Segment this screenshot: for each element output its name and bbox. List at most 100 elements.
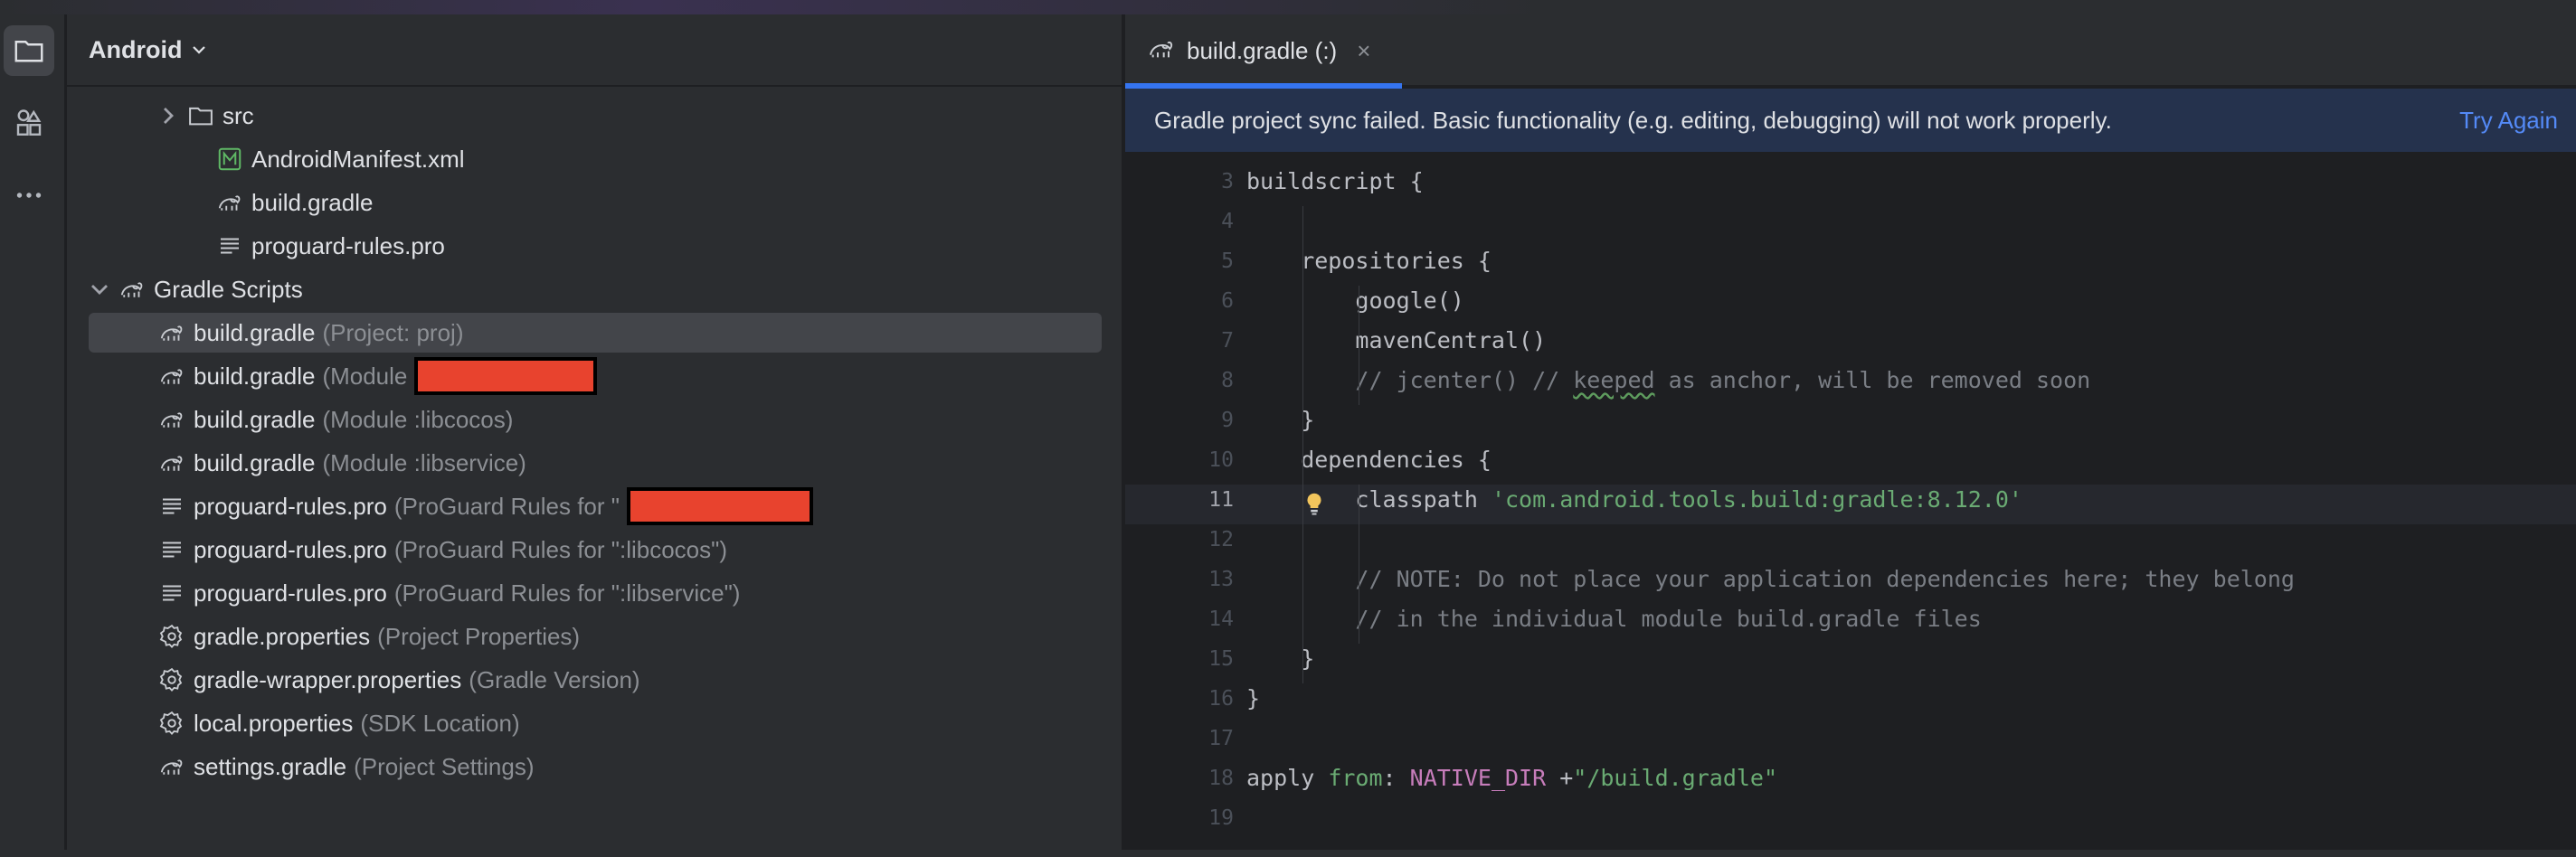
tree-item[interactable]: build.gradle xyxy=(215,183,373,222)
line-number: 18 xyxy=(1208,767,1234,790)
tree-item[interactable]: local.properties (SDK Location) xyxy=(89,703,1102,743)
gradle-icon xyxy=(157,318,186,347)
chevron-down-icon[interactable] xyxy=(89,278,110,300)
code-token: dependencies { xyxy=(1246,447,1492,473)
tree-item-name: build.gradle xyxy=(251,188,374,216)
line-number: 19 xyxy=(1208,806,1234,830)
code-token: keeped xyxy=(1573,367,1655,393)
code-token: google() xyxy=(1246,287,1464,314)
close-icon[interactable]: × xyxy=(1357,37,1370,65)
lightbulb-icon[interactable] xyxy=(1301,490,1328,517)
project-tool-button[interactable] xyxy=(4,25,54,76)
status-bar xyxy=(0,850,2576,857)
chevron-down-icon[interactable] xyxy=(191,42,207,58)
tree-item-hint: (ProGuard Rules for " xyxy=(393,492,620,520)
line-number: 7 xyxy=(1221,329,1234,353)
gradle-icon xyxy=(157,362,186,391)
tree-item[interactable]: proguard-rules.pro xyxy=(215,226,445,266)
code-token: // jcenter() // xyxy=(1246,367,1574,393)
code-token: apply xyxy=(1246,765,1329,791)
tree-item-hint: (Module :libservice) xyxy=(322,448,526,476)
tree-item[interactable]: build.gradle (Module xyxy=(89,356,1102,396)
line-number: 4 xyxy=(1221,210,1234,233)
project-panel: Android src AndroidManifest.xml build.grad… xyxy=(67,14,1123,850)
tree-item-name: proguard-rules.pro xyxy=(251,231,445,259)
window-top-strip xyxy=(0,0,2576,14)
code-token: // NOTE: Do not place your application d… xyxy=(1246,566,2295,592)
tree-item[interactable]: build.gradle (Project: proj) xyxy=(89,313,1102,353)
tree-item-name: gradle.properties xyxy=(194,622,371,650)
tree-item[interactable]: proguard-rules.pro (ProGuard Rules for ":… xyxy=(89,573,1102,613)
code-token: } xyxy=(1246,407,1315,433)
code-token: repositories { xyxy=(1246,248,1492,274)
code-line: // NOTE: Do not place your application d… xyxy=(1246,566,2295,592)
text-file-icon xyxy=(157,492,186,521)
tree-item[interactable]: src xyxy=(157,96,254,136)
tree-item[interactable]: proguard-rules.pro (ProGuard Rules for " xyxy=(89,486,1102,526)
tree-item[interactable]: build.gradle (Module :libservice) xyxy=(89,443,1102,483)
line-number: 16 xyxy=(1208,687,1234,711)
line-number: 6 xyxy=(1221,289,1234,313)
sync-failed-banner: Gradle project sync failed. Basic functi… xyxy=(1125,89,2576,154)
tree-item-name: build.gradle xyxy=(194,405,316,433)
tree-item[interactable]: proguard-rules.pro (ProGuard Rules for ":… xyxy=(89,530,1102,570)
gradle-icon xyxy=(157,405,186,434)
tree-item-name: proguard-rules.pro xyxy=(194,492,387,520)
code-token: as anchor, will be removed soon xyxy=(1654,367,2091,393)
tree-item[interactable]: Gradle Scripts xyxy=(89,269,303,309)
code-area[interactable]: buildscript { repositories { google() ma… xyxy=(1246,155,2567,850)
tree-item-hint: (Project: proj) xyxy=(322,318,464,346)
tree-item-name: settings.gradle xyxy=(194,752,347,780)
code-token: mavenCentral() xyxy=(1246,327,1547,353)
line-number: 12 xyxy=(1208,528,1234,551)
settings-gear-icon xyxy=(157,622,186,651)
folder-icon xyxy=(14,41,43,62)
manifest-icon xyxy=(215,145,244,174)
tree-item[interactable]: gradle.properties (Project Properties) xyxy=(89,617,1102,656)
line-number: 14 xyxy=(1208,607,1234,631)
shapes-icon xyxy=(16,109,42,136)
text-file-icon xyxy=(157,535,186,564)
banner-message: Gradle project sync failed. Basic functi… xyxy=(1154,106,2112,134)
text-file-icon xyxy=(157,579,186,607)
tree-item[interactable]: AndroidManifest.xml xyxy=(215,139,465,179)
code-line: } xyxy=(1246,407,1314,433)
redaction-box xyxy=(414,357,598,395)
tree-item-hint: (Project Properties) xyxy=(377,622,581,650)
tree-item-name: build.gradle xyxy=(194,448,316,476)
editor-panel: build.gradle (:) × Gradle project sync f… xyxy=(1125,14,2576,850)
code-token: classpath xyxy=(1246,486,1492,513)
tree-item-hint: (ProGuard Rules for ":libservice") xyxy=(393,579,741,607)
more-horizontal-icon xyxy=(16,193,42,198)
tree-item[interactable]: gradle-wrapper.properties (Gradle Version… xyxy=(89,660,1102,700)
resource-manager-button[interactable] xyxy=(4,98,54,148)
tree-item-hint: (ProGuard Rules for ":libcocos") xyxy=(393,535,728,563)
line-number-gutter: 3 4 5 6 7 8 9 10 11 12 13 14 15 16 17 18 19 xyxy=(1125,155,1234,850)
code-line: dependencies { xyxy=(1246,447,1492,473)
code-line: apply from: NATIVE_DIR +"/build.gradle" xyxy=(1246,765,1777,791)
line-number: 9 xyxy=(1221,409,1234,432)
tree-item[interactable]: build.gradle (Module :libcocos) xyxy=(89,400,1102,439)
more-tools-button[interactable] xyxy=(4,170,54,221)
tab-build-gradle[interactable]: build.gradle (:) × xyxy=(1125,14,1402,89)
line-number: 10 xyxy=(1208,448,1234,472)
gradle-icon xyxy=(118,275,147,304)
text-file-icon xyxy=(215,231,244,260)
tree-item[interactable]: settings.gradle (Project Settings) xyxy=(89,747,1102,786)
code-token: : xyxy=(1382,765,1410,791)
tree-item-name: src xyxy=(223,101,254,129)
code-line: mavenCentral() xyxy=(1246,327,1546,353)
project-view-selector[interactable]: Android xyxy=(89,36,182,64)
gradle-icon xyxy=(157,752,186,781)
tree-item-name: Gradle Scripts xyxy=(154,275,303,303)
tool-window-strip xyxy=(0,14,65,850)
chevron-right-icon[interactable] xyxy=(157,105,179,127)
tree-item-name: gradle-wrapper.properties xyxy=(194,665,462,693)
line-number: 13 xyxy=(1208,568,1234,591)
gradle-icon xyxy=(215,188,244,217)
try-again-link[interactable]: Try Again xyxy=(2459,107,2558,135)
code-token: buildscript { xyxy=(1246,168,1424,194)
gradle-icon xyxy=(157,448,186,477)
code-line: // in the individual module build.gradle… xyxy=(1246,606,1981,632)
code-token: from xyxy=(1328,765,1383,791)
